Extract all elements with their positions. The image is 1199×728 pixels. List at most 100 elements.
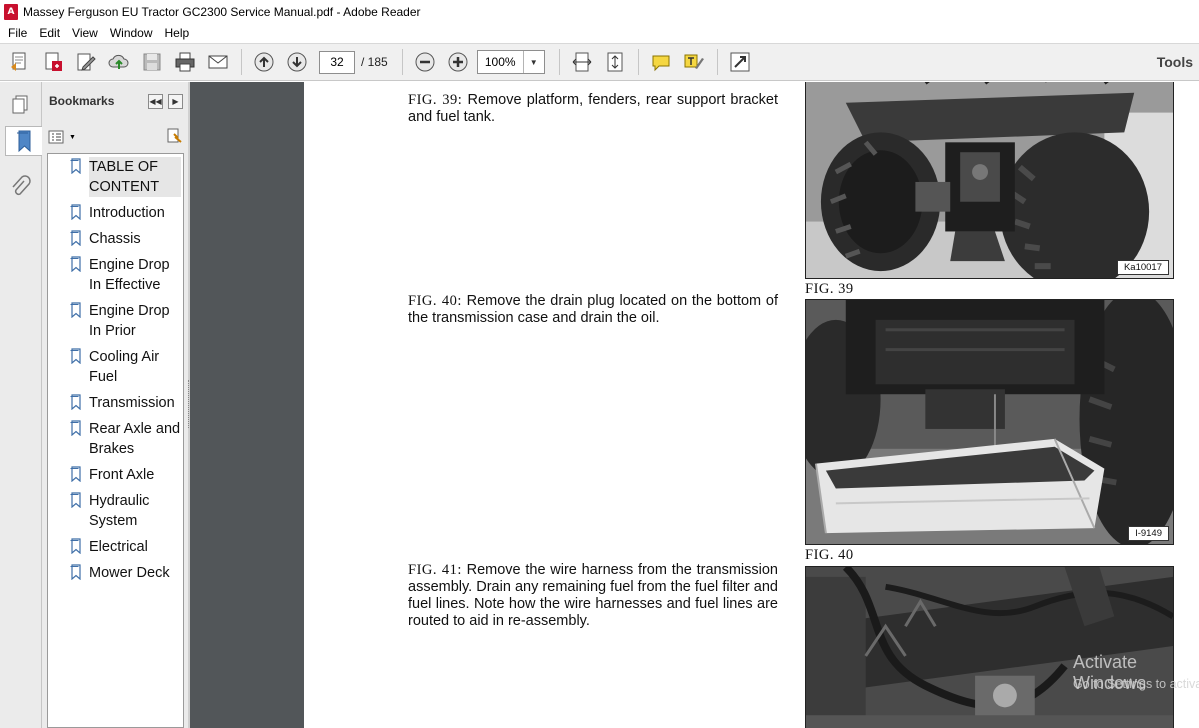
navigation-pane-strip: [0, 82, 42, 728]
fig40-photo: I-9149: [805, 299, 1174, 545]
fig39-caption: FIG. 39: [805, 281, 854, 297]
menu-file[interactable]: File: [2, 23, 33, 43]
comment-button[interactable]: [647, 48, 675, 76]
print-button[interactable]: [171, 48, 199, 76]
menu-bar: File Edit View Window Help: [0, 23, 1199, 43]
highlight-button[interactable]: [680, 48, 708, 76]
create-pdf-button[interactable]: [6, 48, 34, 76]
zoom-select[interactable]: 100% ▼: [476, 50, 545, 74]
toolbar-separator: [716, 49, 718, 75]
bookmark-icon: [70, 204, 81, 220]
combine-pdf-icon: [45, 52, 62, 71]
create-pdf-icon: [11, 52, 26, 71]
pdf-page: FIG. 39: Remove platform, fenders, rear …: [304, 82, 1199, 728]
fit-page-button[interactable]: [601, 48, 629, 76]
bookmark-item[interactable]: Engine Drop In Prior: [48, 301, 183, 341]
page-thumbnails-button[interactable]: [5, 90, 35, 120]
upload-button[interactable]: [105, 48, 133, 76]
chevron-down-icon[interactable]: ▼: [524, 51, 544, 73]
cloud-upload-icon: [108, 54, 129, 69]
bookmark-label: Electrical: [89, 539, 148, 555]
bookmarks-header: Bookmarks ◀◀ ▶: [42, 82, 188, 120]
fig41-photo: [805, 566, 1174, 728]
fig40-label: FIG. 40:: [408, 293, 462, 309]
fig40-caption: FIG. 40: [805, 547, 854, 563]
paperclip-icon: [12, 175, 31, 196]
bookmarks-tab-button[interactable]: [5, 126, 42, 156]
fit-width-icon: [572, 52, 592, 72]
attachments-button[interactable]: [5, 172, 35, 202]
toolbar-separator: [558, 49, 560, 75]
collapse-panel-button[interactable]: ◀◀: [148, 93, 163, 109]
bookmark-item[interactable]: Hydraulic System: [48, 491, 183, 531]
edit-button[interactable]: [72, 48, 100, 76]
envelope-icon: [208, 55, 228, 69]
bookmark-label: Engine Drop In Prior: [89, 303, 170, 339]
bookmark-item[interactable]: Transmission: [48, 393, 183, 413]
bookmark-item[interactable]: Cooling Air Fuel: [48, 347, 183, 387]
bookmark-icon: [70, 394, 81, 410]
title-bar: A Massey Ferguson EU Tractor GC2300 Serv…: [0, 0, 1199, 23]
bookmark-item[interactable]: Mower Deck: [48, 563, 183, 583]
toolbar-separator: [241, 49, 242, 75]
email-button[interactable]: [204, 48, 232, 76]
bookmark-item[interactable]: Chassis: [48, 229, 183, 249]
bookmark-item[interactable]: Electrical: [48, 537, 183, 557]
bookmark-label: Hydraulic System: [89, 493, 150, 529]
toolbar-separator: [637, 49, 639, 75]
menu-window[interactable]: Window: [104, 23, 159, 43]
bookmark-find-icon: [167, 128, 182, 143]
tools-pane-button[interactable]: Tools: [1157, 54, 1193, 70]
bookmark-icon: [70, 538, 81, 554]
fig39-label: FIG. 39:: [408, 92, 463, 108]
combine-button[interactable]: [39, 48, 67, 76]
bookmarks-title: Bookmarks: [49, 94, 115, 108]
tractor-rear-image: [806, 82, 1173, 278]
options-arrow-button[interactable]: ▶: [168, 93, 183, 109]
bookmarks-list: TABLE OF CONTENT Introduction Chassis Engin…: [47, 153, 184, 728]
bookmark-item[interactable]: TABLE OF CONTENT: [48, 157, 183, 197]
plus-circle-icon: [448, 52, 468, 72]
bookmark-icon: [70, 158, 81, 174]
bookmark-item[interactable]: Introduction: [48, 203, 183, 223]
fig39-text: Remove platform, fenders, rear support b…: [408, 92, 778, 125]
bookmark-item[interactable]: Engine Drop In Effective: [48, 255, 183, 295]
activate-windows-subtitle: Go to Settings to activate Windows.: [1073, 677, 1199, 691]
fig40-text: Remove the drain plug located on the bot…: [408, 293, 778, 326]
save-button[interactable]: [138, 48, 166, 76]
menu-edit[interactable]: Edit: [33, 23, 66, 43]
bookmark-icon: [70, 492, 81, 508]
bookmark-options-button[interactable]: ▼: [48, 130, 76, 144]
fig40-description: FIG. 40: Remove the drain plug located o…: [408, 293, 778, 327]
bookmark-label: Introduction: [89, 205, 165, 221]
printer-icon: [175, 52, 195, 72]
pages-icon: [12, 95, 28, 114]
toolbar-separator: [401, 49, 403, 75]
bookmark-label: Cooling Air Fuel: [89, 349, 160, 385]
menu-view[interactable]: View: [66, 23, 104, 43]
expand-icon: [730, 52, 750, 72]
bookmark-item[interactable]: Rear Axle and Brakes: [48, 419, 183, 459]
bookmark-ribbon-icon: [17, 130, 31, 153]
document-view[interactable]: FIG. 39: Remove platform, fenders, rear …: [190, 82, 1199, 728]
fullscreen-button[interactable]: [726, 48, 754, 76]
fig41-text: Remove the wire harness from the transmi…: [408, 562, 778, 629]
bookmarks-toolbar: ▼: [48, 126, 184, 148]
bookmark-icon: [70, 466, 81, 482]
fit-width-button[interactable]: [568, 48, 596, 76]
bookmarks-panel: Bookmarks ◀◀ ▶ ▼ TABLE OF CONTENT Introdu…: [42, 82, 188, 728]
zoom-in-button[interactable]: [444, 48, 472, 76]
next-page-button[interactable]: [283, 48, 311, 76]
bookmark-item[interactable]: Front Axle: [48, 465, 183, 485]
page-total: / 185: [361, 55, 388, 69]
zoom-out-button[interactable]: [411, 48, 439, 76]
bookmark-icon: [70, 564, 81, 580]
bookmark-label: Engine Drop In Effective: [89, 257, 170, 293]
bookmark-icon: [70, 230, 81, 246]
page-number-input[interactable]: 32: [319, 50, 355, 74]
bookmark-label: Rear Axle and Brakes: [89, 421, 181, 457]
expand-bookmark-button[interactable]: [166, 128, 184, 147]
previous-page-button[interactable]: [250, 48, 278, 76]
menu-help[interactable]: Help: [159, 23, 196, 43]
fit-page-icon: [607, 52, 623, 72]
